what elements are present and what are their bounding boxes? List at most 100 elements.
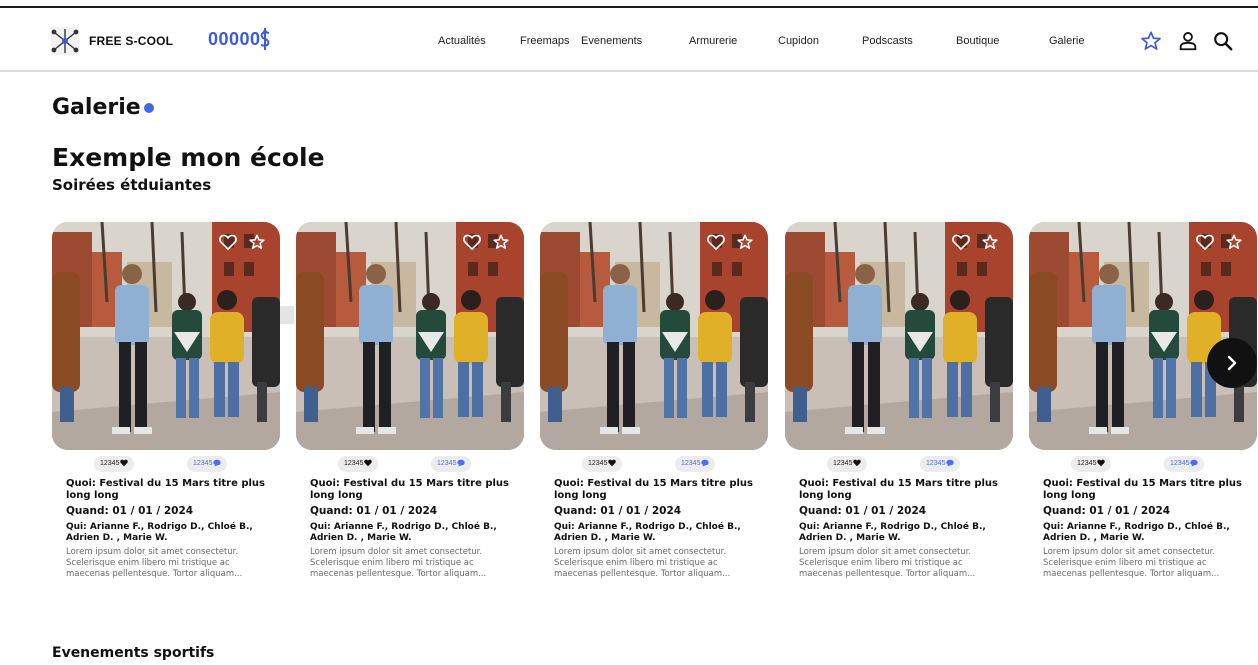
carousel-track — [280, 306, 294, 324]
card-photo[interactable] — [785, 222, 1013, 450]
heart-icon — [608, 459, 617, 467]
event-description: Lorem ipsum dolor sit amet consectetur. … — [554, 547, 731, 579]
comments-badge[interactable]: 12345 — [675, 456, 716, 472]
heart-outline-icon[interactable] — [706, 232, 726, 252]
star-outline-icon[interactable] — [1225, 233, 1243, 251]
likes-count: 12345 — [588, 460, 608, 467]
comments-count: 12345 — [193, 460, 213, 467]
event-people: Qui: Arianne F., Rodrigo D., Chloé B., A… — [310, 522, 497, 543]
nav-boutique[interactable]: Boutique — [956, 35, 999, 47]
event-date: Quand: 01 / 01 / 2024 — [310, 505, 438, 517]
group-photo — [1029, 222, 1257, 450]
nav-galerie[interactable]: Galerie — [1049, 35, 1084, 47]
nav-podcasts[interactable]: Podscasts — [862, 35, 913, 47]
star-outline-icon[interactable] — [981, 233, 999, 251]
likes-count: 12345 — [100, 460, 120, 467]
card-info: Quoi: Festival du 15 Mars titre plus lon… — [1043, 478, 1253, 580]
comment-icon — [457, 459, 466, 467]
points-counter: 00000 — [208, 29, 261, 49]
nav-actualites[interactable]: Actualités — [438, 35, 486, 47]
event-description: Lorem ipsum dolor sit amet consectetur. … — [1043, 547, 1220, 579]
card-photo[interactable] — [296, 222, 524, 450]
comment-icon — [701, 459, 710, 467]
event-title: Quoi: Festival du 15 Mars titre plus lon… — [799, 478, 999, 501]
comments-count: 12345 — [926, 460, 946, 467]
group-photo — [52, 222, 280, 450]
comments-badge[interactable]: 12345 — [187, 456, 228, 472]
heart-icon — [120, 459, 129, 467]
group-photo — [296, 222, 524, 450]
comments-badge[interactable]: 12345 — [920, 456, 961, 472]
event-people: Qui: Arianne F., Rodrigo D., Chloé B., A… — [554, 522, 741, 543]
event-description: Lorem ipsum dolor sit amet consectetur. … — [66, 547, 243, 579]
heart-outline-icon[interactable] — [951, 232, 971, 252]
star-outline-icon[interactable] — [492, 233, 510, 251]
card-photo[interactable] — [52, 222, 280, 450]
likes-count: 12345 — [833, 460, 853, 467]
section-title-sportifs: Evenements sportifs — [52, 645, 215, 661]
page-title: Galerie — [52, 95, 154, 120]
event-description: Lorem ipsum dolor sit amet consectetur. … — [310, 547, 487, 579]
card-photo[interactable] — [1029, 222, 1257, 450]
event-people: Qui: Arianne F., Rodrigo D., Chloé B., A… — [799, 522, 986, 543]
event-title: Quoi: Festival du 15 Mars titre plus lon… — [554, 478, 754, 501]
top-border — [0, 6, 1258, 8]
coin-icon — [260, 28, 270, 50]
card-photo[interactable] — [540, 222, 768, 450]
page-title-text: Galerie — [52, 95, 141, 120]
comments-count: 12345 — [437, 460, 457, 467]
event-title: Quoi: Festival du 15 Mars titre plus lon… — [1043, 478, 1243, 501]
search-icon[interactable] — [1212, 30, 1234, 52]
nav-evenements[interactable]: Evenements — [581, 35, 642, 47]
comment-icon — [213, 459, 222, 467]
carousel-next-button[interactable] — [1207, 338, 1257, 388]
likes-badge[interactable]: 12345 — [94, 456, 135, 472]
likes-count: 12345 — [1077, 460, 1097, 467]
heart-outline-icon[interactable] — [218, 232, 238, 252]
comments-badge[interactable]: 12345 — [431, 456, 472, 472]
brand-name[interactable]: FREE S-COOL — [89, 34, 173, 48]
gallery-card[interactable]: 12345 12345 Quoi: Festival du 15 Mars ti… — [540, 222, 768, 622]
likes-badge[interactable]: 12345 — [1071, 456, 1112, 472]
star-outline-icon[interactable] — [248, 233, 266, 251]
heart-icon — [364, 459, 373, 467]
nav-freemaps[interactable]: Freemaps — [520, 35, 570, 47]
group-photo — [785, 222, 1013, 450]
comment-icon — [1190, 459, 1199, 467]
nav-cupidon[interactable]: Cupidon — [778, 35, 819, 47]
gallery-card[interactable]: 12345 12345 Quoi: Festival du 15 Mars ti… — [52, 222, 280, 622]
card-info: Quoi: Festival du 15 Mars titre plus lon… — [799, 478, 1009, 580]
comment-icon — [946, 459, 955, 467]
comments-count: 12345 — [681, 460, 701, 467]
heart-outline-icon[interactable] — [1195, 232, 1215, 252]
nav-armurerie[interactable]: Armurerie — [689, 35, 737, 47]
event-date: Quand: 01 / 01 / 2024 — [799, 505, 927, 517]
comments-count: 12345 — [1170, 460, 1190, 467]
logo-icon[interactable] — [50, 26, 80, 56]
event-date: Quand: 01 / 01 / 2024 — [66, 505, 194, 517]
event-title: Quoi: Festival du 15 Mars titre plus lon… — [66, 478, 266, 501]
star-outline-icon[interactable] — [736, 233, 754, 251]
card-info: Quoi: Festival du 15 Mars titre plus lon… — [66, 478, 276, 580]
heart-outline-icon[interactable] — [462, 232, 482, 252]
gallery-card[interactable]: 12345 12345 Quoi: Festival du 15 Mars ti… — [296, 222, 524, 622]
card-info: Quoi: Festival du 15 Mars titre plus lon… — [310, 478, 520, 580]
likes-badge[interactable]: 12345 — [582, 456, 623, 472]
gallery-card[interactable]: 12345 12345 Quoi: Festival du 15 Mars ti… — [1029, 222, 1257, 622]
heart-icon — [853, 459, 862, 467]
star-icon[interactable] — [1140, 30, 1162, 52]
likes-badge[interactable]: 12345 — [338, 456, 379, 472]
likes-badge[interactable]: 12345 — [827, 456, 868, 472]
event-date: Quand: 01 / 01 / 2024 — [1043, 505, 1171, 517]
group-photo — [540, 222, 768, 450]
gallery-card[interactable]: 12345 12345 Quoi: Festival du 15 Mars ti… — [785, 222, 1013, 622]
site-header: FREE S-COOL 00000 Actualités Freemaps Ev… — [0, 10, 1258, 72]
comments-badge[interactable]: 12345 — [1164, 456, 1205, 472]
heart-icon — [1097, 459, 1106, 467]
event-people: Qui: Arianne F., Rodrigo D., Chloé B., A… — [1043, 522, 1230, 543]
card-info: Quoi: Festival du 15 Mars titre plus lon… — [554, 478, 764, 580]
event-description: Lorem ipsum dolor sit amet consectetur. … — [799, 547, 976, 579]
user-icon[interactable] — [1177, 30, 1199, 52]
event-title: Quoi: Festival du 15 Mars titre plus lon… — [310, 478, 510, 501]
event-date: Quand: 01 / 01 / 2024 — [554, 505, 682, 517]
